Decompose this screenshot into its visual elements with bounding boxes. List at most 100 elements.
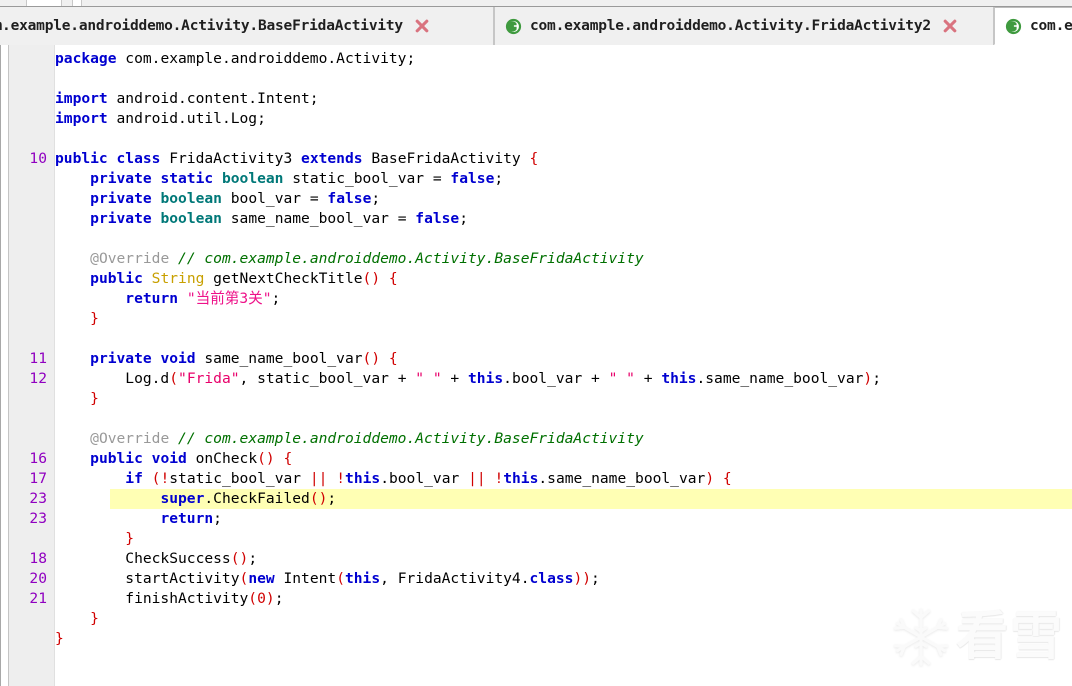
- code-token: {: [722, 470, 732, 487]
- close-x-icon[interactable]: [414, 18, 430, 34]
- code-line[interactable]: }: [55, 389, 99, 409]
- code-token: Log.d: [55, 370, 170, 387]
- code-line[interactable]: }: [55, 529, 134, 549]
- code-token: }: [90, 610, 99, 627]
- code-token: new: [248, 570, 275, 587]
- code-token: }: [125, 530, 135, 547]
- code-token: BaseFridaActivity: [362, 150, 530, 167]
- code-line[interactable]: startActivity(new Intent(this, FridaActi…: [55, 569, 600, 589]
- code-line[interactable]: finishActivity(0);: [55, 589, 283, 609]
- editor-tab-basefridaactivity[interactable]: om.example.androiddemo.Activity.BaseFrid…: [0, 7, 494, 45]
- code-token: public: [90, 270, 143, 287]
- code-token: getNextCheckTitle: [204, 270, 363, 287]
- code-token: " ": [608, 370, 635, 387]
- code-line[interactable]: private boolean same_name_bool_var = fal…: [55, 209, 468, 229]
- code-token: "当前第3关": [186, 290, 272, 307]
- code-line[interactable]: CheckSuccess();: [55, 549, 257, 569]
- code-line[interactable]: super.CheckFailed();: [55, 489, 336, 509]
- code-token: super: [160, 490, 205, 507]
- code-line[interactable]: }: [55, 609, 99, 629]
- code-token: 0: [257, 590, 266, 607]
- code-token: bool_var =: [221, 190, 328, 207]
- code-token: // com.example.androiddemo.Activity.Base…: [178, 430, 644, 447]
- code-token: return: [160, 510, 214, 527]
- code-line[interactable]: }: [55, 629, 64, 649]
- code-line[interactable]: private void same_name_bool_var() {: [55, 349, 398, 369]
- code-editor[interactable]: package com.example.androiddemo.Activity…: [0, 45, 1072, 686]
- code-token: .same_name_bool_var: [538, 470, 706, 487]
- code-token: !: [494, 470, 504, 487]
- code-line[interactable]: if (!static_bool_var || !this.bool_var |…: [55, 469, 732, 489]
- code-token: if: [125, 470, 143, 487]
- editor-tab-fridaactivity2[interactable]: com.example.androiddemo.Activity.FridaAc…: [494, 7, 994, 45]
- code-token: ||: [468, 470, 486, 487]
- code-token: }: [55, 630, 64, 647]
- editor-tab-label: om.example.androiddemo.Activity.BaseFrid…: [0, 18, 403, 34]
- code-token: return: [125, 290, 179, 307]
- code-token: this: [344, 570, 381, 587]
- code-line[interactable]: public String getNextCheckTitle() {: [55, 269, 398, 289]
- code-line[interactable]: public void onCheck() {: [55, 449, 292, 469]
- code-token: (): [230, 550, 249, 567]
- code-token: same_name_bool_var =: [221, 210, 416, 227]
- code-token: com.example.androiddemo.Activity;: [116, 50, 416, 67]
- code-token: extends: [301, 150, 363, 167]
- line-number: 10: [29, 150, 47, 167]
- code-token: ): [265, 590, 275, 607]
- code-line[interactable]: }: [55, 309, 99, 329]
- code-token: +: [441, 370, 468, 387]
- line-number: 23: [29, 510, 47, 527]
- code-line[interactable]: public class FridaActivity3 extends Base…: [55, 149, 538, 169]
- code-token: boolean: [160, 190, 222, 207]
- code-token: CheckSuccess: [55, 550, 231, 567]
- code-line[interactable]: private static boolean static_bool_var =…: [55, 169, 503, 189]
- code-token: (: [248, 590, 258, 607]
- code-token: static_bool_var =: [283, 170, 451, 187]
- code-line[interactable]: @Override // com.example.androiddemo.Act…: [55, 429, 644, 449]
- line-number: 17: [29, 470, 47, 487]
- code-line[interactable]: @Override // com.example.androiddemo.Act…: [55, 249, 644, 269]
- code-line[interactable]: import android.util.Log;: [55, 109, 266, 129]
- code-token: ;: [248, 550, 258, 567]
- code-token: }: [90, 310, 99, 327]
- code-line[interactable]: import android.content.Intent;: [55, 89, 319, 109]
- code-token: +: [634, 370, 662, 387]
- code-token: import: [55, 90, 108, 107]
- code-token: , FridaActivity4.: [380, 570, 530, 587]
- code-token: ;: [872, 370, 881, 387]
- close-x-icon[interactable]: [942, 18, 958, 34]
- code-token: false: [450, 170, 495, 187]
- line-number: 11: [29, 350, 47, 367]
- code-line[interactable]: return "当前第3关";: [55, 289, 280, 309]
- code-token: this: [345, 470, 381, 487]
- code-token: finishActivity: [55, 590, 249, 607]
- code-line[interactable]: package com.example.androiddemo.Activity…: [55, 49, 415, 69]
- code-token: android.content.Intent;: [107, 90, 319, 107]
- line-number: 16: [29, 450, 47, 467]
- code-line[interactable]: private boolean bool_var = false;: [55, 189, 380, 209]
- code-token: ;: [591, 570, 600, 587]
- code-line[interactable]: Log.d("Frida", static_bool_var + " " + t…: [55, 369, 881, 389]
- editor-tab-active[interactable]: com.e: [994, 7, 1072, 45]
- code-line[interactable]: return;: [55, 509, 222, 529]
